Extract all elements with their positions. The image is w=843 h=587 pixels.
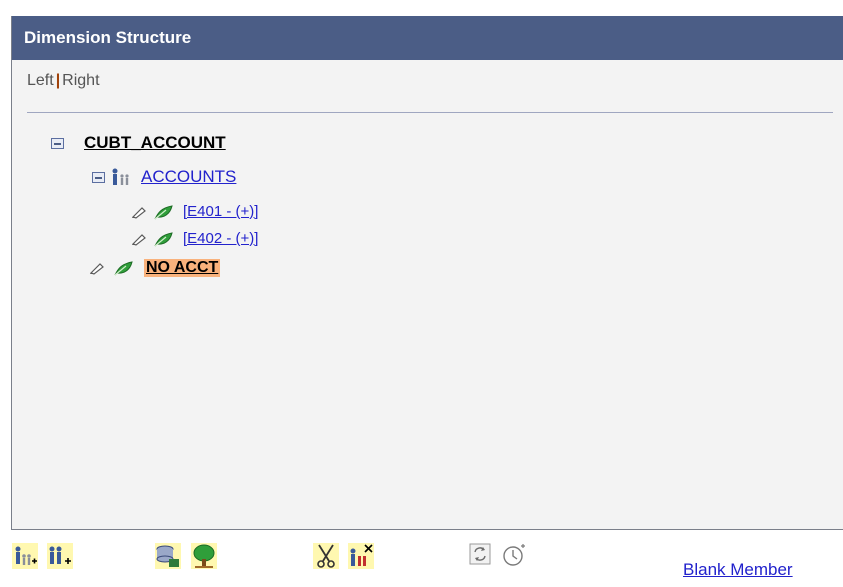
edit-icon[interactable] — [130, 232, 148, 246]
left-right-nav: Left | Right — [27, 72, 100, 90]
selected-node-label[interactable]: NO ACCT — [144, 259, 221, 277]
panel-title: Dimension Structure — [12, 16, 843, 60]
leaf-icon — [114, 261, 133, 276]
left-link[interactable]: Left — [27, 72, 54, 89]
leaf-icon — [154, 231, 173, 246]
tree-group-node: ACCOUNTS — [92, 167, 236, 187]
nav-separator: | — [55, 72, 61, 89]
member-label[interactable]: [E401 - (+)] — [183, 203, 258, 220]
collapse-root-icon[interactable] — [51, 137, 64, 149]
delete-node-icon[interactable] — [348, 543, 374, 569]
insert-from-database-icon[interactable] — [155, 543, 181, 569]
tree-member-node: [E402 - (+)] — [130, 230, 258, 247]
root-node-label[interactable]: CUBT_ACCOUNT — [84, 133, 226, 153]
group-members-icon — [112, 168, 129, 185]
effective-date-icon[interactable] — [502, 543, 526, 567]
member-label[interactable]: [E402 - (+)] — [183, 230, 258, 247]
group-node-label[interactable]: ACCOUNTS — [141, 167, 236, 187]
dimension-structure-panel: Dimension Structure Left | Right CUBT_ACCO… — [11, 16, 843, 530]
collapse-group-icon[interactable] — [92, 171, 105, 183]
tree-selected-node: NO ACCT — [88, 259, 221, 277]
divider — [27, 112, 833, 113]
edit-icon[interactable] — [88, 261, 106, 275]
right-link[interactable]: Right — [62, 72, 99, 89]
tree-icon[interactable] — [191, 543, 217, 569]
blank-member-link[interactable]: Blank Member — [683, 560, 793, 580]
insert-sibling-icon[interactable] — [47, 543, 73, 569]
cut-icon[interactable] — [313, 543, 339, 569]
edit-icon[interactable] — [130, 205, 148, 219]
insert-child-icon[interactable] — [12, 543, 38, 569]
refresh-icon[interactable] — [469, 543, 491, 565]
tree-member-node: [E401 - (+)] — [130, 203, 258, 220]
leaf-icon — [154, 204, 173, 219]
tree-root-node: CUBT_ACCOUNT — [51, 133, 226, 153]
